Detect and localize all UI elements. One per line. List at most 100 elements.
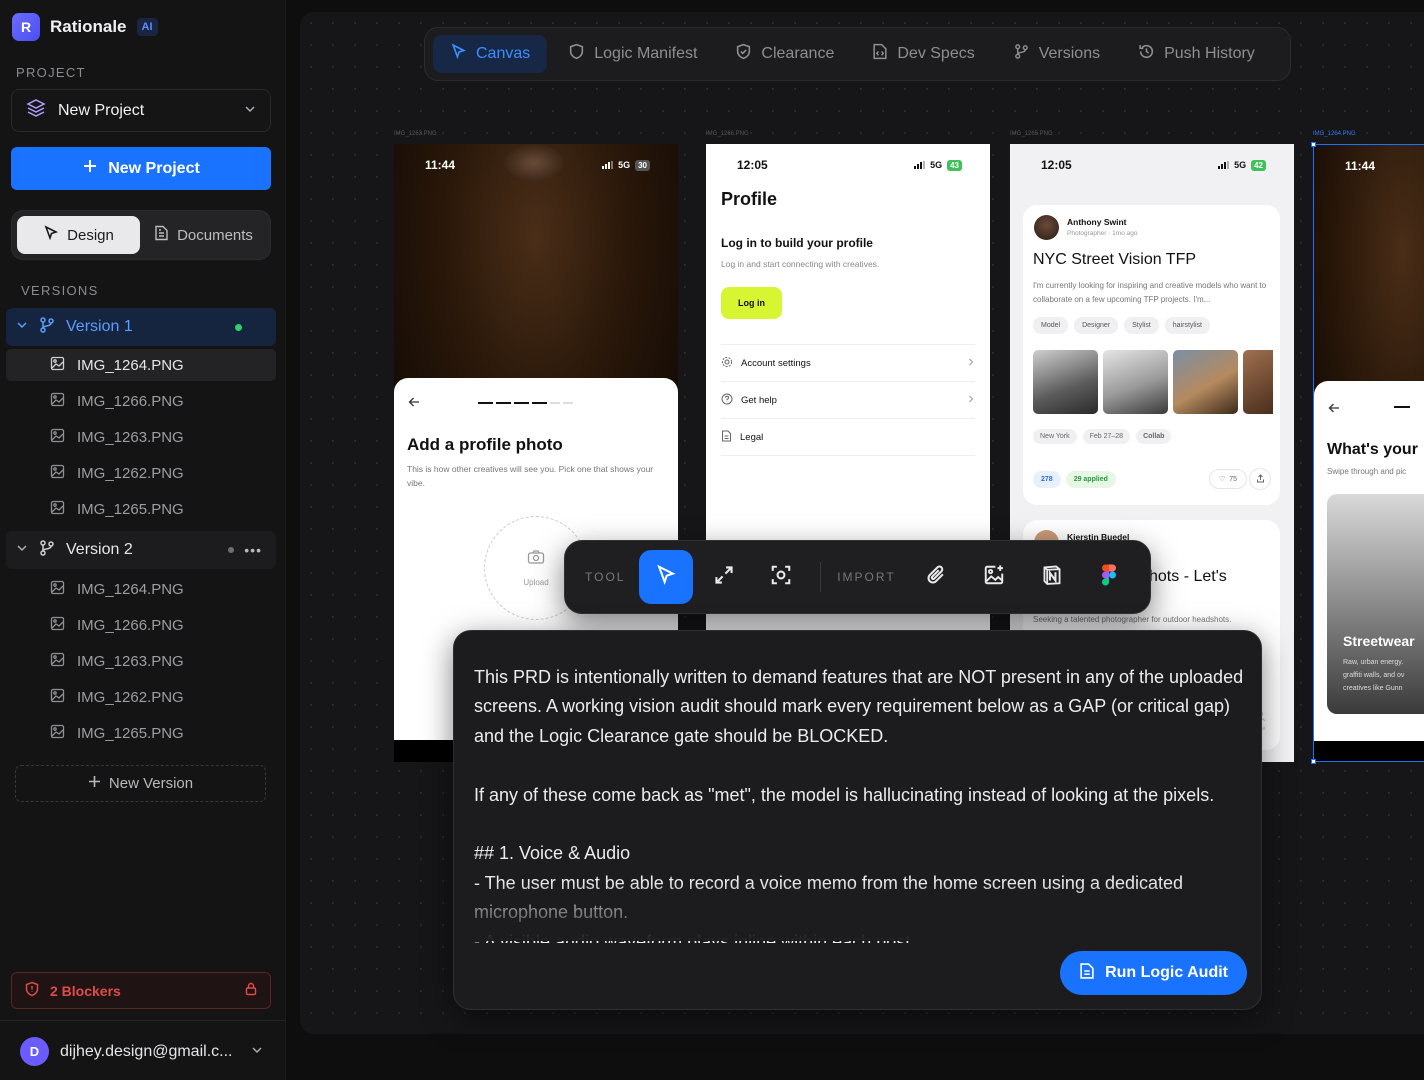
battery-level: 42 bbox=[1251, 159, 1266, 171]
version-row-2[interactable]: Version 2 ••• bbox=[6, 531, 276, 569]
chevron-down-icon bbox=[251, 1043, 263, 1061]
figma-import-button[interactable] bbox=[1082, 550, 1136, 604]
project-select[interactable]: New Project bbox=[11, 89, 271, 132]
menu-label: Get help bbox=[741, 394, 777, 406]
tab-design-label: Design bbox=[67, 226, 114, 244]
expand-tool-button[interactable] bbox=[697, 550, 751, 604]
signal-icon bbox=[602, 161, 614, 169]
views-count: 278 bbox=[1033, 471, 1061, 488]
type-chip: Collab bbox=[1136, 429, 1172, 444]
mode-switch: Design Documents bbox=[11, 210, 271, 260]
file-row[interactable]: IMG_1265.PNG bbox=[6, 717, 276, 749]
prd-prompt-panel[interactable]: This PRD is intentionally written to dem… bbox=[453, 630, 1262, 1010]
login-button[interactable]: Log in bbox=[721, 287, 782, 319]
image-plus-icon bbox=[983, 564, 1005, 591]
brand[interactable]: R Rationale AI bbox=[12, 13, 158, 41]
file-row[interactable]: IMG_1263.PNG bbox=[6, 645, 276, 677]
document-icon bbox=[721, 430, 732, 445]
file-name: IMG_1262.PNG bbox=[77, 688, 184, 706]
tab-versions[interactable]: Versions bbox=[996, 35, 1117, 73]
file-row[interactable]: IMG_1262.PNG bbox=[6, 457, 276, 489]
back-arrow-icon[interactable] bbox=[408, 395, 420, 413]
like-button[interactable]: ♡ 75 bbox=[1209, 469, 1248, 489]
image-icon bbox=[50, 688, 65, 707]
chevron-down-icon[interactable] bbox=[16, 318, 28, 336]
screen-subtitle: Swipe through and pic bbox=[1327, 467, 1407, 476]
screen-subtitle: This is how other creatives will see you… bbox=[407, 464, 654, 488]
file-row[interactable]: IMG_1264.PNG bbox=[6, 349, 276, 381]
screen-title: Add a profile photo bbox=[407, 435, 563, 454]
style-card[interactable]: Streetwear Raw, urban energy. graffiti w… bbox=[1327, 494, 1424, 714]
screen-title: Profile bbox=[721, 189, 778, 209]
brand-name: Rationale bbox=[50, 17, 127, 36]
attach-file-button[interactable] bbox=[910, 550, 964, 604]
version-name: Version 1 bbox=[66, 318, 133, 335]
menu-label: Account settings bbox=[741, 357, 811, 369]
file-row[interactable]: IMG_1263.PNG bbox=[6, 421, 276, 453]
file-row[interactable]: IMG_1265.PNG bbox=[6, 493, 276, 525]
versions-section-label: VERSIONS bbox=[21, 283, 99, 298]
tab-design[interactable]: Design bbox=[17, 216, 140, 254]
avatar: D bbox=[20, 1037, 49, 1066]
lock-icon bbox=[244, 982, 258, 999]
back-arrow-icon[interactable] bbox=[1328, 401, 1340, 419]
menu-get-help[interactable]: Get help bbox=[721, 382, 975, 419]
status-indicators: 5G 43 bbox=[914, 159, 962, 171]
file-row[interactable]: IMG_1266.PNG bbox=[6, 609, 276, 641]
new-project-button[interactable]: New Project bbox=[11, 147, 271, 190]
notion-import-button[interactable] bbox=[1025, 550, 1079, 604]
post-photo[interactable] bbox=[1103, 350, 1168, 414]
file-name: IMG_1266.PNG bbox=[77, 392, 184, 410]
select-tool-button[interactable] bbox=[639, 550, 694, 604]
add-image-button[interactable] bbox=[967, 550, 1021, 604]
tag-chip[interactable]: Model bbox=[1033, 317, 1069, 334]
branch-icon bbox=[38, 316, 56, 339]
file-name: IMG_1263.PNG bbox=[77, 428, 184, 446]
menu-account-settings[interactable]: Account settings bbox=[721, 345, 975, 382]
blockers-badge[interactable]: 2 Blockers bbox=[11, 972, 271, 1009]
file-row[interactable]: IMG_1264.PNG bbox=[6, 573, 276, 605]
selection-handle[interactable] bbox=[1311, 142, 1316, 147]
tab-push-history[interactable]: Push History bbox=[1121, 35, 1272, 73]
progress-step bbox=[1394, 406, 1410, 408]
share-button[interactable] bbox=[1249, 468, 1271, 490]
chevron-down-icon[interactable] bbox=[16, 541, 28, 559]
tab-dev-specs[interactable]: Dev Specs bbox=[855, 35, 991, 73]
post-photo[interactable] bbox=[1173, 350, 1238, 414]
post-photo[interactable] bbox=[1243, 350, 1273, 414]
tab-clearance[interactable]: Clearance bbox=[718, 35, 851, 73]
share-icon bbox=[1256, 470, 1265, 488]
tag-chip[interactable]: hairstylist bbox=[1164, 317, 1210, 334]
import-section-label: IMPORT bbox=[837, 570, 896, 584]
tab-logic-manifest[interactable]: Logic Manifest bbox=[551, 35, 714, 73]
capture-tool-button[interactable] bbox=[755, 550, 809, 604]
more-options-icon[interactable]: ••• bbox=[244, 542, 262, 558]
new-version-button[interactable]: New Version bbox=[15, 765, 266, 802]
version-row-1[interactable]: Version 1 bbox=[6, 308, 276, 346]
file-name: IMG_1265.PNG bbox=[77, 500, 184, 518]
user-menu[interactable]: D dijhey.design@gmail.c... bbox=[20, 1037, 263, 1066]
file-row[interactable]: IMG_1262.PNG bbox=[6, 681, 276, 713]
frame-filename: IMG_1263.PNG bbox=[394, 131, 437, 137]
run-logic-audit-button[interactable]: Run Logic Audit bbox=[1060, 951, 1247, 995]
upload-label: Upload bbox=[523, 578, 549, 587]
applied-count: 29 applied bbox=[1065, 471, 1116, 488]
tag-chip[interactable]: Stylist bbox=[1124, 317, 1159, 334]
image-icon bbox=[50, 356, 65, 375]
selection-handle[interactable] bbox=[1311, 759, 1316, 764]
tab-canvas[interactable]: Canvas bbox=[433, 35, 548, 73]
status-indicators: 5G 42 bbox=[1218, 159, 1266, 171]
menu-legal[interactable]: Legal bbox=[721, 419, 975, 456]
layers-icon bbox=[26, 98, 46, 123]
file-name: IMG_1264.PNG bbox=[77, 356, 184, 374]
image-icon bbox=[50, 428, 65, 447]
post-info: New York Feb 27–28 Collab bbox=[1033, 429, 1172, 444]
post-photo[interactable] bbox=[1033, 350, 1098, 414]
focus-capture-icon bbox=[770, 564, 792, 591]
screen-frame-4-selected[interactable]: 11:44 What's your Swipe through and pic … bbox=[1313, 144, 1424, 762]
tag-chip[interactable]: Designer bbox=[1074, 317, 1119, 334]
file-row[interactable]: IMG_1266.PNG bbox=[6, 385, 276, 417]
style-card-title: Streetwear bbox=[1343, 633, 1415, 649]
tab-documents[interactable]: Documents bbox=[142, 216, 265, 254]
post-card[interactable]: Anthony Swint Photographer · 1mo ago NYC… bbox=[1023, 205, 1280, 505]
